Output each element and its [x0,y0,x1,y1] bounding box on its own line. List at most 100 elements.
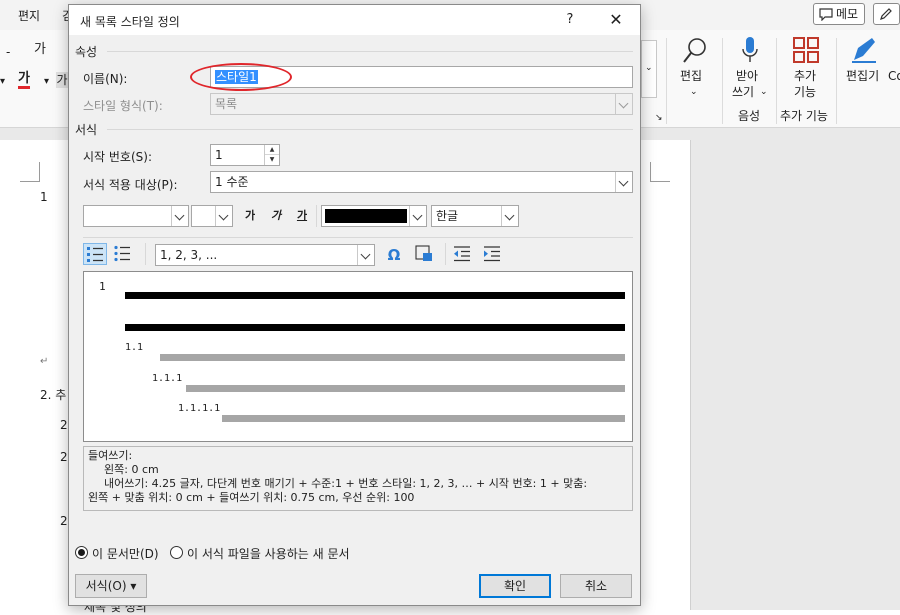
new-documents-radio[interactable] [170,546,183,559]
tab-mailings[interactable]: 편지 [18,7,40,24]
group-addins-label: 추가 기능 [780,109,828,123]
toolbar-separator [445,243,446,265]
description-line: 왼쪽 + 맞춤 위치: 0 cm + 들여쓰기 위치: 0.75 cm, 우선 … [88,491,415,504]
addins-label-1: 추가 [794,69,817,83]
font-color-select[interactable] [321,205,427,227]
doc-list-number: 2 [60,418,68,432]
doc-list-number: 1 [40,190,48,204]
preview-line [125,324,625,331]
font-size-select[interactable] [191,205,233,227]
toolbar-separator [316,205,317,227]
decrease-indent-icon [454,246,470,262]
dialog-launcher-icon[interactable]: ↘ [655,110,663,126]
ok-button[interactable]: 확인 [479,574,551,598]
font-color-swatch [325,209,407,223]
memo-button[interactable]: 메모 [813,3,865,25]
ribbon-separator [776,38,777,124]
format-section-label: 서식 [75,123,98,137]
increase-indent-button[interactable] [481,244,505,266]
clear-format-button[interactable]: 가 [34,42,46,58]
edit-mode-button[interactable] [873,3,900,25]
styles-more-icon: ⌄ [645,63,653,73]
apply-to-label: 서식 적용 대상(P): [83,178,178,192]
chevron-down-icon [501,206,518,226]
preview-level-4: 1.1.1.1 [178,403,221,414]
start-at-spinner[interactable]: 1 ▲ ▼ [210,144,280,166]
increase-indent-icon [484,246,500,262]
doc-heading: 2. 추 [40,388,67,402]
style-description: 들여쓰기: 왼쪽: 0 cm 내어쓰기: 4.25 글자, 다단계 번호 매기기… [83,446,633,511]
help-button[interactable]: ? [548,5,592,35]
chevron-down-icon [171,206,188,226]
properties-section-label: 속성 [75,45,98,59]
underline-button[interactable]: 가 [291,205,313,227]
description-line: 들여쓰기: [88,449,133,462]
numbering-button[interactable] [83,243,107,265]
editor-label: 편집기 [846,69,880,83]
bullets-button[interactable] [111,243,135,265]
edit-group-button[interactable]: 편집 ⌄ [676,34,712,98]
style-type-select[interactable]: 목록 [210,93,633,115]
copilot-label[interactable]: Co [888,68,900,84]
dictate-label-2: 쓰기 [732,85,755,99]
language-value: 한글 [436,209,459,223]
addins-label-2: 기능 [794,85,817,99]
chevron-down-icon [357,245,374,265]
spin-down-icon[interactable]: ▼ [265,155,279,165]
bold-button[interactable]: 가 [239,205,261,227]
apply-to-value: 1 수준 [215,175,249,189]
style-type-value: 목록 [215,97,238,111]
ribbon-separator [836,38,837,124]
preview-line [186,385,625,392]
insert-symbol-button[interactable]: Ω [383,244,405,266]
spinner-buttons[interactable]: ▲ ▼ [264,145,279,165]
addins-button[interactable]: 추가 기능 [786,34,826,104]
number-style-value: 1, 2, 3, ... [160,248,218,262]
section-divider [107,51,633,52]
preview-line [222,415,625,422]
new-documents-label[interactable]: 이 서식 파일을 사용하는 새 문서 [187,545,350,562]
paragraph-mark-icon: ↵ [40,356,49,367]
dictate-button[interactable]: 받아 쓰기 ⌄ [732,34,768,104]
insert-picture-button[interactable] [413,244,437,266]
numbered-list-icon [87,247,103,262]
comment-icon [819,8,833,21]
close-button[interactable]: ✕ [594,5,638,35]
list-preview: 1 1.1 1.1.1 1.1.1.1 [83,271,633,442]
preview-level-1: 1 [99,280,106,293]
this-document-radio[interactable] [75,546,88,559]
char-border-button[interactable]: 가 [56,72,68,88]
decrease-indent-button[interactable] [451,244,475,266]
preview-line [160,354,625,361]
section-divider [83,237,633,238]
styles-launcher[interactable]: ⌄ [641,40,657,98]
bulleted-list-icon [114,245,130,262]
highlight-ellipse [190,63,292,91]
pencil-icon [880,8,892,20]
dialog-title: 새 목록 스타일 정의 [80,15,180,29]
chevron-down-icon [615,94,632,114]
dialog-titlebar[interactable]: 새 목록 스타일 정의 ? ✕ [69,5,640,35]
format-button[interactable]: 서식(O) ▾ [75,574,147,598]
apply-to-select[interactable]: 1 수준 [210,171,633,193]
spin-up-icon[interactable]: ▲ [265,145,279,155]
chevron-down-icon [215,206,232,226]
ribbon-separator [722,38,723,124]
font-name-select[interactable] [83,205,189,227]
picture-icon [415,245,432,261]
edit-label: 편집 [680,69,703,83]
chevron-down-icon [409,206,426,226]
toolbar-separator [145,243,146,265]
font-color-dropdown[interactable]: ▾ [44,74,49,90]
number-style-select[interactable]: 1, 2, 3, ... [155,244,375,266]
this-document-label[interactable]: 이 문서만(D) [92,545,159,562]
highlight-dropdown[interactable]: ▾ [0,74,5,90]
chevron-down-icon [615,172,632,192]
doc-list-number: 2 [60,450,68,464]
editor-button[interactable]: 편집기 [844,34,884,98]
italic-button[interactable]: 가 [265,205,287,227]
start-at-value: 1 [215,148,223,162]
cancel-button[interactable]: 취소 [560,574,632,598]
language-select[interactable]: 한글 [431,205,519,227]
font-color-button[interactable]: 가 [18,72,30,89]
